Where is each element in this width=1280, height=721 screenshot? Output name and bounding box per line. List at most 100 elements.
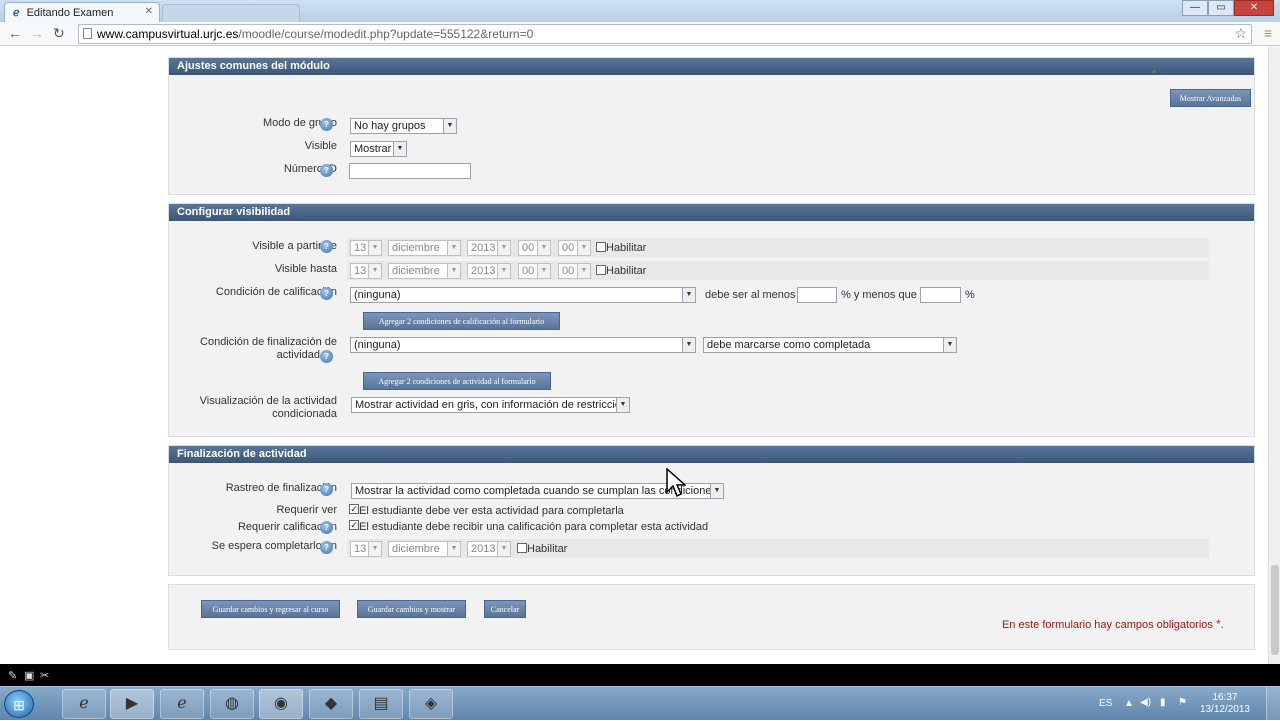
- dropdown-arrow-icon: ▼: [368, 264, 381, 278]
- at-least-text: debe ser al menos: [705, 289, 796, 301]
- day-select[interactable]: 13 ▼: [350, 240, 382, 256]
- scrollbar-thumb[interactable]: [1271, 565, 1279, 655]
- show-hidden-icons-icon[interactable]: ▲: [1124, 698, 1134, 709]
- required-asterisk: *: [1152, 68, 1157, 80]
- select-value: 13: [354, 242, 367, 254]
- chrome-taskbar-icon[interactable]: ◉: [259, 689, 303, 719]
- year-select[interactable]: 2013 ▼: [467, 263, 511, 279]
- vertical-scrollbar[interactable]: [1268, 47, 1280, 664]
- section-title[interactable]: Ajustes comunes del módulo: [169, 58, 1254, 75]
- conditional-display-select[interactable]: Mostrar actividad en gris, con informaci…: [351, 397, 630, 413]
- help-icon[interactable]: ?: [320, 521, 333, 534]
- select-value: 13: [354, 543, 367, 555]
- month-select[interactable]: diciembre ▼: [388, 541, 461, 557]
- grade-condition-row: Condición de calificación ? (ninguna) ▼ d…: [169, 285, 1254, 305]
- minute-select[interactable]: 00 ▼: [558, 263, 591, 279]
- back-arrow-icon[interactable]: ←: [8, 25, 22, 41]
- grade-min-input[interactable]: [797, 287, 837, 303]
- ie-taskbar-icon[interactable]: ℯ: [62, 689, 106, 719]
- network-icon[interactable]: ▮: [1160, 697, 1166, 708]
- month-select[interactable]: diciembre ▼: [388, 240, 461, 256]
- notes-taskbar-icon[interactable]: ▤: [359, 689, 403, 719]
- select-value: 00: [522, 242, 535, 254]
- volume-icon[interactable]: ◀): [1140, 697, 1151, 708]
- visible-from-row: Visible a partir de ? 13 ▼ diciembre ▼ 201…: [169, 238, 1254, 258]
- month-select[interactable]: diciembre ▼: [388, 263, 461, 279]
- bookmark-star-icon[interactable]: ☆: [1234, 25, 1247, 42]
- browser-tab-active[interactable]: ℯ Editando Examen ✕: [4, 2, 160, 22]
- minimize-button[interactable]: —: [1182, 0, 1208, 16]
- enable-checkbox[interactable]: [596, 242, 606, 252]
- ie-pinned-taskbar-icon[interactable]: ℯ: [160, 689, 204, 719]
- section-title[interactable]: Configurar visibilidad: [169, 204, 1254, 221]
- address-bar[interactable]: www.campusvirtual.urjc.es/moodle/course/…: [78, 24, 1252, 44]
- maximize-button[interactable]: ▭: [1208, 0, 1234, 16]
- enable-checkbox[interactable]: [517, 543, 527, 553]
- ie-page-icon: ℯ: [13, 7, 20, 19]
- pin-icon[interactable]: ✂: [40, 669, 49, 682]
- group-mode-select[interactable]: No hay grupos ▼: [350, 118, 457, 134]
- help-icon[interactable]: ?: [320, 118, 333, 131]
- close-window-button[interactable]: ✕: [1234, 0, 1274, 16]
- help-icon[interactable]: ?: [320, 240, 333, 253]
- help-icon[interactable]: ?: [320, 541, 333, 554]
- dropdown-arrow-icon: ▼: [368, 241, 381, 255]
- require-view-label: Requerir ver: [276, 504, 337, 516]
- save-return-button[interactable]: Guardar cambios y regresar al curso: [201, 600, 340, 618]
- select-value: diciembre: [392, 265, 440, 277]
- require-grade-checkbox[interactable]: ✓: [349, 520, 359, 530]
- dropdown-arrow-icon: ▼: [577, 241, 590, 255]
- show-advanced-button[interactable]: Mostrar Avanzadas: [1170, 89, 1251, 107]
- id-number-input[interactable]: [349, 163, 471, 179]
- action-center-flag-icon[interactable]: ⚑: [1178, 697, 1187, 708]
- menu-icon[interactable]: ≡: [1264, 25, 1272, 41]
- hour-select[interactable]: 00 ▼: [518, 240, 551, 256]
- help-icon[interactable]: ?: [320, 287, 333, 300]
- tab-close-icon[interactable]: ✕: [145, 6, 153, 17]
- show-desktop-button[interactable]: [1266, 687, 1280, 721]
- year-select[interactable]: 2013 ▼: [467, 541, 511, 557]
- select-value: No hay grupos: [354, 120, 426, 132]
- help-icon[interactable]: ?: [320, 350, 333, 363]
- select-value: 00: [562, 242, 575, 254]
- minute-select[interactable]: 00 ▼: [558, 240, 591, 256]
- save-show-button[interactable]: Guardar cambios y mostrar: [357, 600, 466, 618]
- clock-date: 13/12/2013: [1199, 704, 1250, 715]
- browser-tab-inactive[interactable]: [162, 4, 300, 22]
- firefox-taskbar-icon[interactable]: ◍: [210, 689, 254, 719]
- clock[interactable]: 16:37 13/12/2013: [1200, 692, 1250, 716]
- cancel-button[interactable]: Cancelar: [484, 600, 526, 618]
- help-icon[interactable]: ?: [320, 164, 333, 177]
- require-grade-text: El estudiante debe recibir una calificac…: [359, 521, 709, 533]
- start-button[interactable]: ⊞: [4, 690, 34, 718]
- grade-max-input[interactable]: [920, 287, 961, 303]
- language-indicator[interactable]: ES: [1099, 698, 1112, 709]
- add-grade-conditions-button[interactable]: Agregar 2 condiciones de calificación al…: [363, 312, 560, 330]
- year-select[interactable]: 2013 ▼: [467, 240, 511, 256]
- day-select[interactable]: 13 ▼: [350, 263, 382, 279]
- forward-arrow-icon[interactable]: →: [30, 25, 44, 41]
- help-icon[interactable]: ?: [320, 483, 333, 496]
- enable-checkbox[interactable]: [596, 265, 606, 275]
- select-value: Mostrar actividad en gris, con informaci…: [355, 399, 628, 411]
- visible-select[interactable]: Mostrar ▼: [350, 141, 407, 157]
- section-title[interactable]: Finalización de actividad: [169, 446, 1254, 463]
- completion-state-select[interactable]: debe marcarse como completada ▼: [703, 337, 957, 353]
- grade-item-select[interactable]: (ninguna) ▼: [350, 287, 696, 303]
- completion-tracking-row: Rastreo de finalización ? Mostrar la act…: [169, 481, 1254, 501]
- window-icon[interactable]: ▣: [24, 669, 34, 682]
- require-grade-row: Requerir calificación ? ✓ El estudiante …: [169, 520, 1254, 536]
- visible-row: Visible Mostrar ▼: [169, 139, 1254, 159]
- reload-icon[interactable]: ↻: [53, 25, 65, 42]
- activity-select[interactable]: (ninguna) ▼: [350, 337, 696, 353]
- dropdown-arrow-icon: ▼: [447, 241, 460, 255]
- hour-select[interactable]: 00 ▼: [518, 263, 551, 279]
- require-view-checkbox[interactable]: ✓: [349, 504, 359, 514]
- app-taskbar-icon[interactable]: ◆: [309, 689, 353, 719]
- video-editor-taskbar-icon[interactable]: ◈: [409, 689, 453, 719]
- tool-icon[interactable]: ✎: [8, 669, 17, 682]
- add-activity-conditions-button[interactable]: Agregar 2 condiciones de actividad al fo…: [363, 372, 551, 390]
- completion-condition-label-2: actividad: [276, 349, 320, 361]
- media-player-taskbar-icon[interactable]: ▶: [110, 689, 154, 719]
- day-select[interactable]: 13 ▼: [350, 541, 382, 557]
